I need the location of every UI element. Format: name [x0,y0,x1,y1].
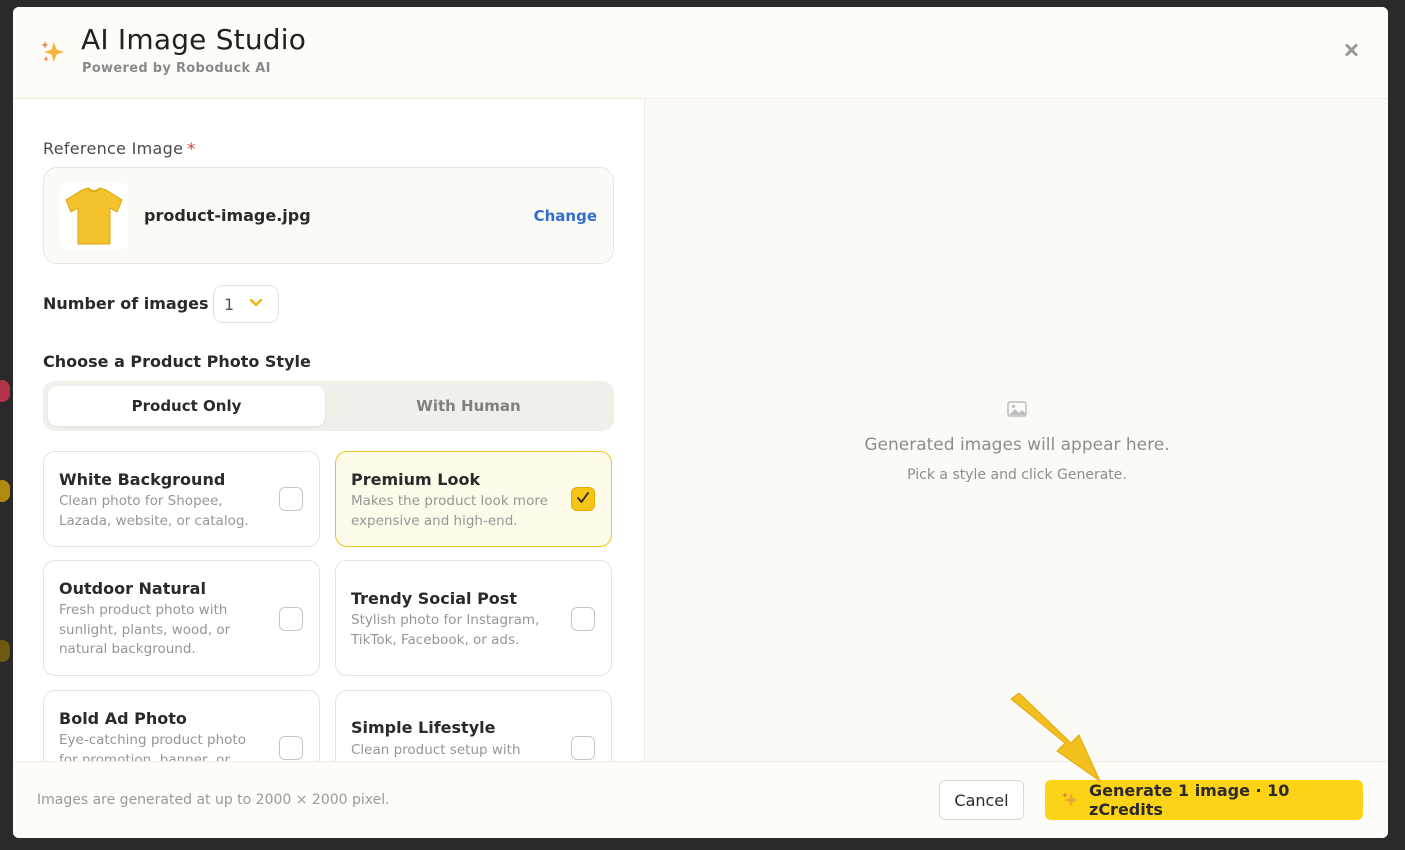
style-card-title: Premium Look [351,470,481,489]
reference-image-card: product-image.jpg Change [43,167,614,264]
number-of-images-label: Number of images [43,294,209,313]
reference-image-label: Reference Image * [43,139,196,158]
style-checkbox[interactable] [571,736,595,760]
sparkle-icon [41,41,64,62]
ai-image-studio-modal: AI Image Studio Powered by Roboduck AI R… [13,7,1388,838]
preview-panel: Generated images will appear here. Pick … [644,99,1388,761]
sparkle-icon [1062,792,1078,807]
cancel-button[interactable]: Cancel [939,780,1024,820]
reference-thumbnail [60,182,128,250]
background-indicator [0,640,10,662]
modal-subtitle: Powered by Roboduck AI [82,61,271,76]
style-card-title: Simple Lifestyle [351,718,496,737]
style-card-description: Makes the product look more expensive an… [351,493,548,529]
number-of-images-value: 1 [224,295,235,314]
style-card-white-background[interactable]: White Background Clean photo for Shopee,… [43,451,320,547]
preview-empty-title: Generated images will appear here. [864,435,1170,455]
modal-header: AI Image Studio Powered by Roboduck AI [13,7,1388,99]
modal-title: AI Image Studio [81,23,307,56]
reference-label-text: Reference Image [43,139,184,158]
style-card-description: Fresh product photo with sunlight, plant… [59,602,231,657]
close-icon[interactable] [1342,41,1360,59]
tshirt-icon [65,187,123,245]
style-card-title: White Background [59,470,226,489]
style-checkbox[interactable] [279,607,303,631]
generate-button-label: Generate 1 image · 10 zCredits [1089,781,1290,819]
style-checkbox[interactable] [571,487,595,511]
tab-product-only[interactable]: Product Only [48,386,325,426]
modal-footer: Images are generated at up to 2000 × 200… [13,761,1388,838]
reference-filename: product-image.jpg [144,206,311,225]
tab-with-human[interactable]: With Human [330,386,607,426]
check-icon [577,492,589,503]
number-of-images-select[interactable]: 1 [213,285,279,323]
style-card-description: Eye-catching product photo for promotion… [59,732,246,761]
image-icon [1007,401,1027,417]
style-card-description: Clean photo for Shopee, Lazada, website,… [59,493,249,529]
style-card-title: Bold Ad Photo [59,709,187,728]
style-card-description: Clean product setup with simple props ar… [351,742,521,758]
preview-empty-subtitle: Pick a style and click Generate. [907,467,1127,483]
background-indicator [0,380,10,402]
style-card-bold-ad-photo[interactable]: Bold Ad Photo Eye-catching product photo… [43,690,320,761]
style-card-title: Trendy Social Post [351,589,517,608]
style-card-trendy-social-post[interactable]: Trendy Social Post Stylish photo for Ins… [335,560,612,676]
style-checkbox[interactable] [279,487,303,511]
resolution-note: Images are generated at up to 2000 × 200… [37,792,390,808]
style-card-outdoor-natural[interactable]: Outdoor Natural Fresh product photo with… [43,560,320,676]
style-card-title: Outdoor Natural [59,579,206,598]
style-heading: Choose a Product Photo Style [43,352,311,371]
style-category-tabs: Product Only With Human [43,381,614,431]
settings-panel: Reference Image * product-image.jpg Chang… [13,99,644,761]
required-marker: * [187,139,196,158]
chevron-down-icon [249,298,263,307]
background-indicator [0,480,10,502]
style-card-description: Stylish photo for Instagram, TikTok, Fac… [351,612,540,648]
change-image-link[interactable]: Change [534,207,597,225]
style-card-premium-look[interactable]: Premium Look Makes the product look more… [335,451,612,547]
style-checkbox[interactable] [279,736,303,760]
generate-button[interactable]: Generate 1 image · 10 zCredits [1045,780,1363,820]
style-checkbox[interactable] [571,607,595,631]
style-card-simple-lifestyle[interactable]: Simple Lifestyle Clean product setup wit… [335,690,612,761]
